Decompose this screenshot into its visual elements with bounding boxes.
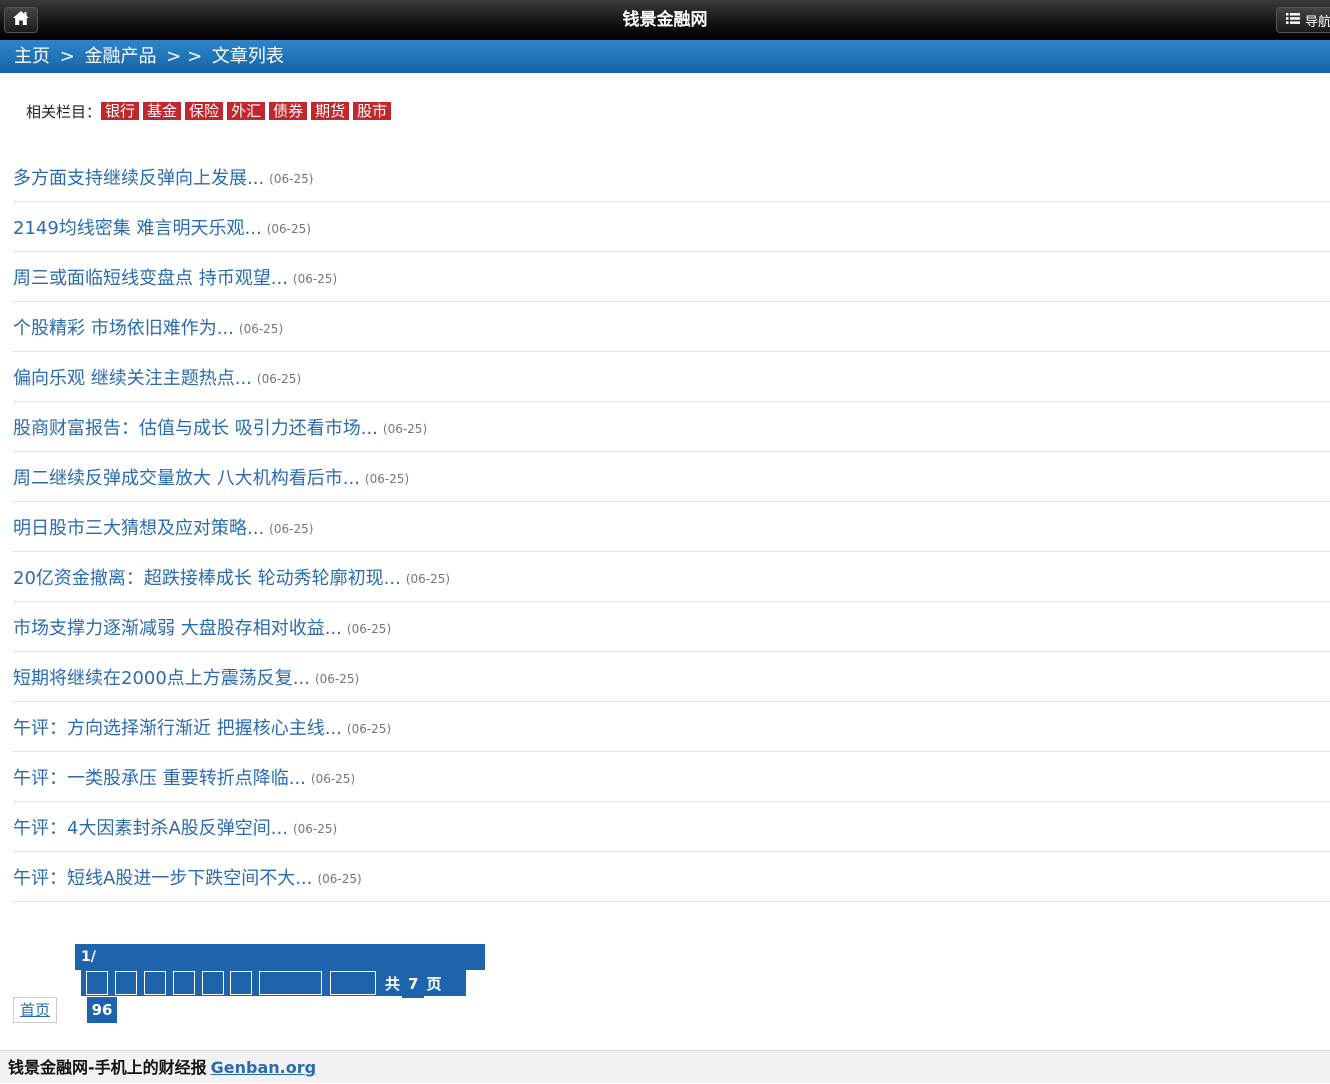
- page-jump-input[interactable]: [259, 971, 322, 995]
- top-bar: 钱景金融网 导航: [0, 0, 1330, 40]
- article-date: (06-25): [310, 772, 356, 786]
- pagination-controls: 共7页: [81, 970, 466, 1000]
- total-pages: 共7页: [385, 970, 442, 1000]
- list-item: 20亿资金撤离：超跌接棒成长 轮动秀轮廓初现... (06-25): [13, 552, 1330, 602]
- article-link[interactable]: 2149均线密集 难言明天乐观...: [13, 214, 262, 240]
- article-link[interactable]: 周二继续反弹成交量放大 八大机构看后市...: [13, 464, 360, 490]
- article-link[interactable]: 偏向乐观 继续关注主题热点...: [13, 364, 252, 390]
- current-page: 1/: [81, 949, 96, 965]
- nav-button[interactable]: 导航: [1276, 7, 1330, 33]
- list-item: 股商财富报告：估值与成长 吸引力还看市场... (06-25): [13, 402, 1330, 452]
- related-categories: 相关栏目： 银行 基金 保险 外汇 债券 期货 股市: [26, 100, 395, 122]
- category-tag[interactable]: 基金: [143, 102, 182, 120]
- breadcrumb-separator: > >: [166, 46, 203, 67]
- breadcrumb-category[interactable]: 金融产品: [85, 46, 157, 67]
- page-button[interactable]: [86, 971, 108, 995]
- article-date: (06-25): [266, 222, 311, 236]
- article-date: (06-25): [314, 672, 360, 686]
- page-button[interactable]: [202, 971, 224, 995]
- breadcrumb-separator: >: [59, 46, 75, 67]
- list-item: 午评：4大因素封杀A股反弹空间... (06-25): [13, 802, 1330, 852]
- article-date: (06-25): [292, 272, 338, 286]
- list-item: 午评：方向选择渐行渐近 把握核心主线... (06-25): [13, 702, 1330, 752]
- list-item: 午评：短线A股进一步下跌空间不大... (06-25): [13, 852, 1330, 902]
- breadcrumb-current: 文章列表: [211, 46, 284, 67]
- total-prefix: 共: [385, 975, 401, 993]
- category-tag[interactable]: 债券: [269, 102, 308, 120]
- category-tag[interactable]: 期货: [311, 102, 350, 120]
- article-date: (06-25): [256, 372, 302, 386]
- list-item: 个股精彩 市场依旧难作为... (06-25): [13, 302, 1330, 352]
- article-link[interactable]: 周三或面临短线变盘点 持币观望...: [13, 264, 288, 290]
- article-date: (06-25): [269, 522, 314, 536]
- article-link[interactable]: 午评：4大因素封杀A股反弹空间...: [13, 814, 288, 840]
- article-link[interactable]: 个股精彩 市场依旧难作为...: [13, 314, 234, 340]
- footer: 钱景金融网-手机上的财经报 Genban.org: [0, 1050, 1330, 1083]
- category-tag[interactable]: 银行: [101, 102, 140, 120]
- page-go-button[interactable]: [330, 971, 376, 995]
- article-link[interactable]: 午评：一类股承压 重要转折点降临...: [13, 764, 306, 790]
- category-tag[interactable]: 股市: [353, 102, 392, 120]
- pagination-current: 1/: [75, 944, 485, 970]
- article-link[interactable]: 多方面支持继续反弹向上发展...: [13, 164, 264, 190]
- list-item: 短期将继续在2000点上方震荡反复... (06-25): [13, 652, 1330, 702]
- article-date: (06-25): [364, 472, 410, 486]
- category-tag[interactable]: 外汇: [227, 102, 266, 120]
- article-date: (06-25): [292, 822, 338, 836]
- list-item: 市场支撑力逐渐减弱 大盘股存相对收益... (06-25): [13, 602, 1330, 652]
- article-date: (06-25): [317, 872, 362, 886]
- list-item: 午评：一类股承压 重要转折点降临... (06-25): [13, 752, 1330, 802]
- total-pages-number: 7: [402, 970, 425, 1000]
- page-button[interactable]: [173, 971, 195, 995]
- page-button[interactable]: [230, 971, 252, 995]
- article-link[interactable]: 市场支撑力逐渐减弱 大盘股存相对收益...: [13, 614, 342, 640]
- footer-text: 钱景金融网-手机上的财经报: [8, 1058, 207, 1077]
- breadcrumb-home[interactable]: 主页: [14, 46, 50, 67]
- list-item: 多方面支持继续反弹向上发展... (06-25): [13, 152, 1330, 202]
- breadcrumb: 主页 > 金融产品 > > 文章列表: [0, 40, 1330, 73]
- article-date: (06-25): [346, 722, 392, 736]
- article-list: 多方面支持继续反弹向上发展... (06-25) 2149均线密集 难言明天乐观.…: [13, 152, 1330, 902]
- article-date: (06-25): [405, 572, 451, 586]
- category-tag[interactable]: 保险: [185, 102, 224, 120]
- list-item: 明日股市三大猜想及应对策略... (06-25): [13, 502, 1330, 552]
- article-link[interactable]: 股商财富报告：估值与成长 吸引力还看市场...: [13, 414, 378, 440]
- page-button[interactable]: [115, 971, 137, 995]
- total-suffix: 页: [426, 975, 442, 993]
- article-date: (06-25): [382, 422, 428, 436]
- related-label: 相关栏目：: [26, 102, 102, 121]
- nav-label: 导航: [1305, 14, 1330, 30]
- article-link[interactable]: 午评：方向选择渐行渐近 把握核心主线...: [13, 714, 342, 740]
- article-date: (06-25): [238, 322, 284, 336]
- article-date: (06-25): [346, 622, 392, 636]
- list-icon: [1286, 12, 1300, 28]
- article-date: (06-25): [269, 172, 314, 186]
- article-link[interactable]: 明日股市三大猜想及应对策略...: [13, 514, 264, 540]
- list-item: 偏向乐观 继续关注主题热点... (06-25): [13, 352, 1330, 402]
- list-item: 周三或面临短线变盘点 持币观望... (06-25): [13, 252, 1330, 302]
- article-link[interactable]: 20亿资金撤离：超跌接棒成长 轮动秀轮廓初现...: [13, 564, 401, 590]
- article-link[interactable]: 短期将继续在2000点上方震荡反复...: [13, 664, 310, 690]
- site-title: 钱景金融网: [622, 10, 708, 30]
- article-link[interactable]: 午评：短线A股进一步下跌空间不大...: [13, 864, 312, 890]
- list-item: 2149均线密集 难言明天乐观... (06-25): [13, 202, 1330, 252]
- first-page-button[interactable]: 首页: [13, 997, 57, 1023]
- list-item: 周二继续反弹成交量放大 八大机构看后市... (06-25): [13, 452, 1330, 502]
- record-count: 96: [87, 997, 117, 1023]
- page-button[interactable]: [144, 971, 166, 995]
- footer-brand-link[interactable]: Genban.org: [211, 1058, 316, 1077]
